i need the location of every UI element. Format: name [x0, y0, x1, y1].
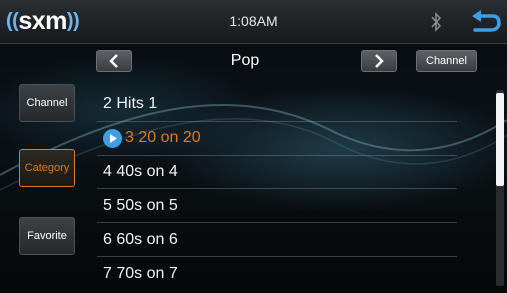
next-category-button[interactable]	[361, 50, 397, 72]
bluetooth-icon	[431, 12, 442, 32]
category-title: Pop	[230, 52, 260, 69]
channel-label: 6 60s on 6	[103, 230, 178, 248]
sxm-screen: (( sxm )) 1:08AM Pop Channel Channel Cat…	[0, 0, 507, 293]
channel-list-item[interactable]: 3 20 on 20	[97, 122, 457, 156]
sidebar-item-favorite[interactable]: Favorite	[19, 217, 75, 255]
channel-list-item[interactable]: 4 40s on 4	[97, 156, 457, 190]
sidebar-item-category[interactable]: Category	[19, 149, 75, 187]
channel-label: 7 70s on 7	[103, 264, 178, 282]
channel-list-item[interactable]: 5 50s on 5	[97, 189, 457, 224]
channel-label: 5 50s on 5	[103, 196, 178, 214]
channel-label: 4 40s on 4	[103, 162, 178, 180]
channel-list-item[interactable]: 7 70s on 7	[97, 257, 457, 291]
status-bar: (( sxm )) 1:08AM	[0, 0, 507, 44]
previous-category-button[interactable]	[96, 50, 132, 72]
channel-list-item[interactable]: 2 Hits 1	[97, 88, 457, 122]
play-icon	[103, 128, 122, 148]
channel-list: 2 Hits 1 3 20 on 20 4 40s on 4 5 50s on …	[97, 88, 457, 291]
scrollbar-thumb[interactable]	[496, 93, 504, 186]
chevron-right-icon	[375, 54, 384, 68]
chevron-left-icon	[109, 54, 118, 68]
channel-button[interactable]: Channel	[416, 50, 477, 72]
channel-list-item[interactable]: 6 60s on 6	[97, 223, 457, 257]
channel-label: 2 Hits 1	[103, 95, 158, 113]
channel-label: 3 20 on 20	[125, 129, 201, 147]
sidebar-item-channel[interactable]: Channel	[19, 84, 75, 122]
back-arrow-icon[interactable]	[469, 8, 501, 36]
